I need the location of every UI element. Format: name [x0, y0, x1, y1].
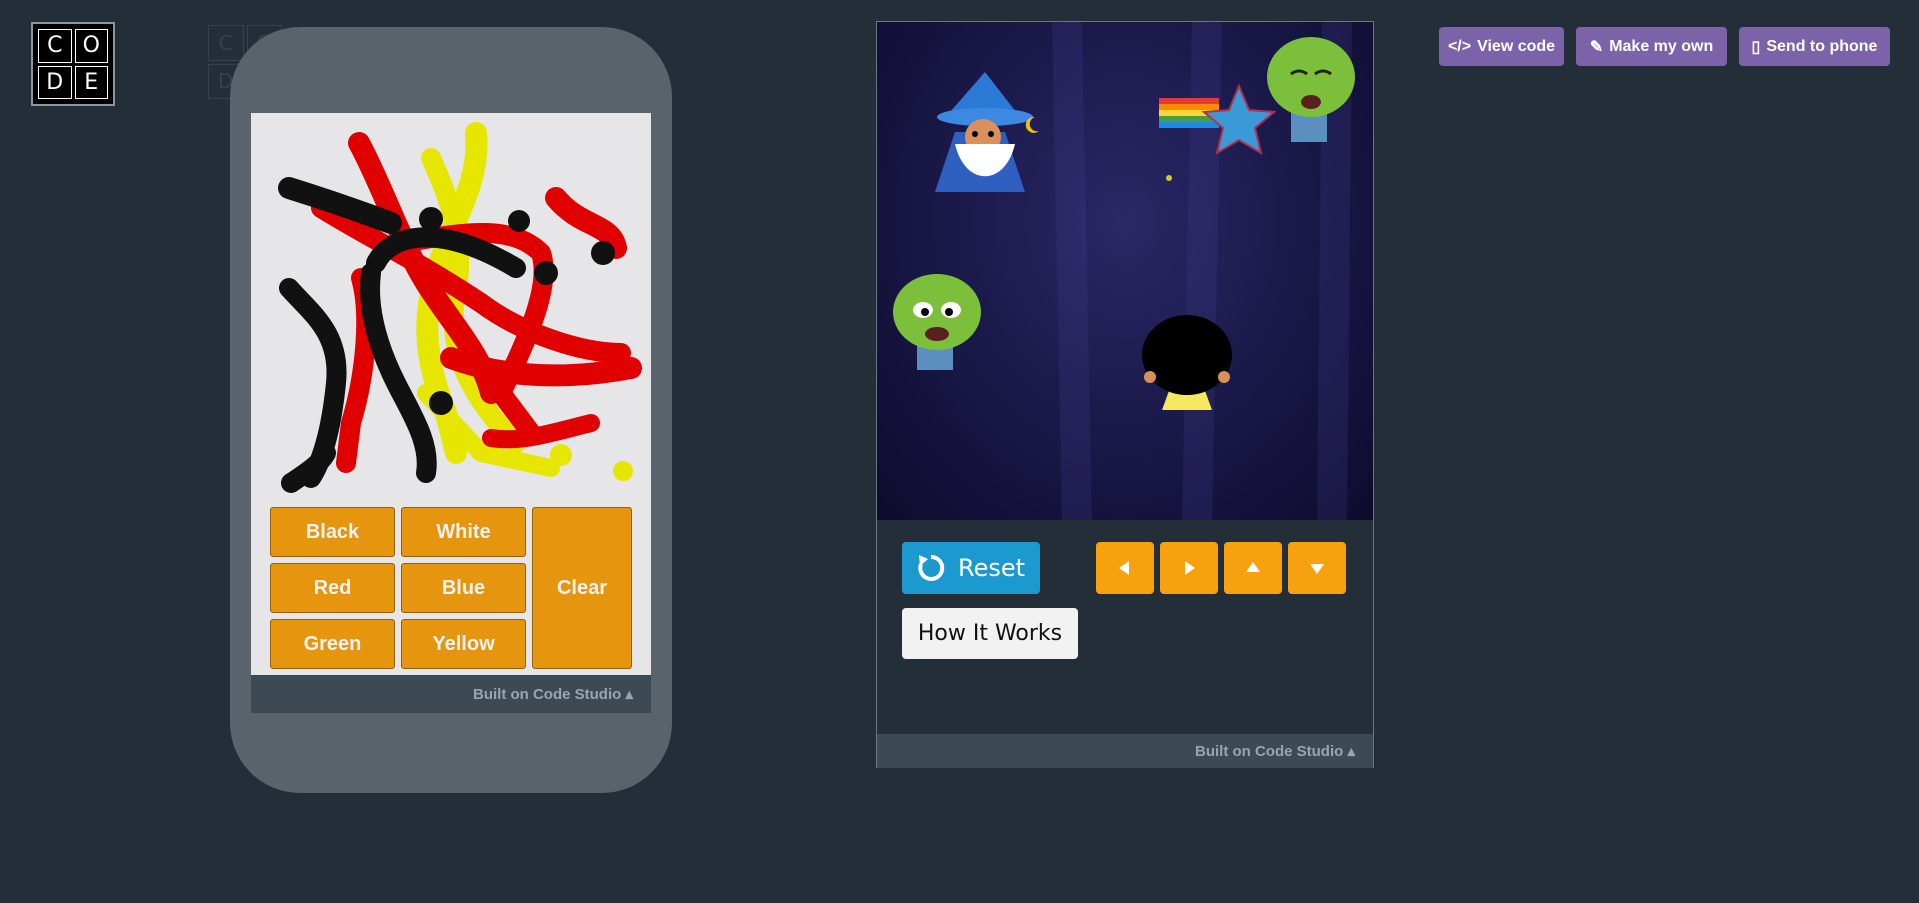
- zombie-sprite: [893, 274, 981, 370]
- logo-ghost-letter: C: [208, 25, 244, 61]
- game-scene: [893, 22, 1355, 520]
- drawing-app-screen: Black White Red Blue Green Yellow Clear: [251, 113, 651, 675]
- left-arrow-icon: [1119, 561, 1129, 575]
- red-button[interactable]: Red: [270, 563, 395, 613]
- up-arrow-icon: [1246, 562, 1260, 572]
- reset-label: Reset: [958, 554, 1026, 582]
- make-my-own-button[interactable]: ✎ Make my own: [1576, 27, 1727, 66]
- left-arrow-button[interactable]: [1096, 542, 1154, 594]
- white-button[interactable]: White: [401, 507, 526, 557]
- make-my-own-label: Make my own: [1609, 37, 1714, 55]
- yellow-button[interactable]: Yellow: [401, 619, 526, 669]
- send-to-phone-label: Send to phone: [1766, 37, 1878, 55]
- logo-letter: O: [74, 29, 108, 63]
- game-stage[interactable]: [877, 22, 1373, 520]
- clear-button[interactable]: Clear: [532, 507, 632, 669]
- logo-letter: E: [74, 65, 108, 99]
- reset-button[interactable]: Reset: [902, 542, 1040, 594]
- right-arrow-icon: [1185, 561, 1195, 575]
- logo-letter: C: [38, 29, 72, 63]
- view-code-button[interactable]: </> View code: [1439, 27, 1564, 66]
- wizard-sprite: [935, 72, 1039, 192]
- drawing-canvas[interactable]: [251, 113, 651, 503]
- up-arrow-button[interactable]: [1224, 542, 1282, 594]
- green-button[interactable]: Green: [270, 619, 395, 669]
- player-sprite: [1142, 315, 1232, 410]
- view-code-label: View code: [1477, 37, 1556, 55]
- blue-button[interactable]: Blue: [401, 563, 526, 613]
- down-arrow-button[interactable]: [1288, 542, 1346, 594]
- phone-icon: ▯: [1751, 38, 1761, 56]
- right-arrow-button[interactable]: [1160, 542, 1218, 594]
- phone-footer[interactable]: Built on Code Studio ▴: [251, 675, 651, 713]
- down-arrow-icon: [1310, 564, 1324, 574]
- logo-letter: D: [38, 65, 72, 99]
- game-footer[interactable]: Built on Code Studio ▴: [877, 734, 1373, 768]
- how-it-works-button[interactable]: How It Works: [902, 608, 1078, 659]
- send-to-phone-button[interactable]: ▯ Send to phone: [1739, 27, 1890, 66]
- black-button[interactable]: Black: [270, 507, 395, 557]
- edit-icon: ✎: [1589, 38, 1604, 56]
- reset-icon: [918, 554, 945, 581]
- game-panel: Reset How It Works Built on Code Studio …: [876, 21, 1374, 768]
- code-icon: </>: [1447, 37, 1472, 55]
- code-org-logo[interactable]: C O D E: [31, 22, 115, 106]
